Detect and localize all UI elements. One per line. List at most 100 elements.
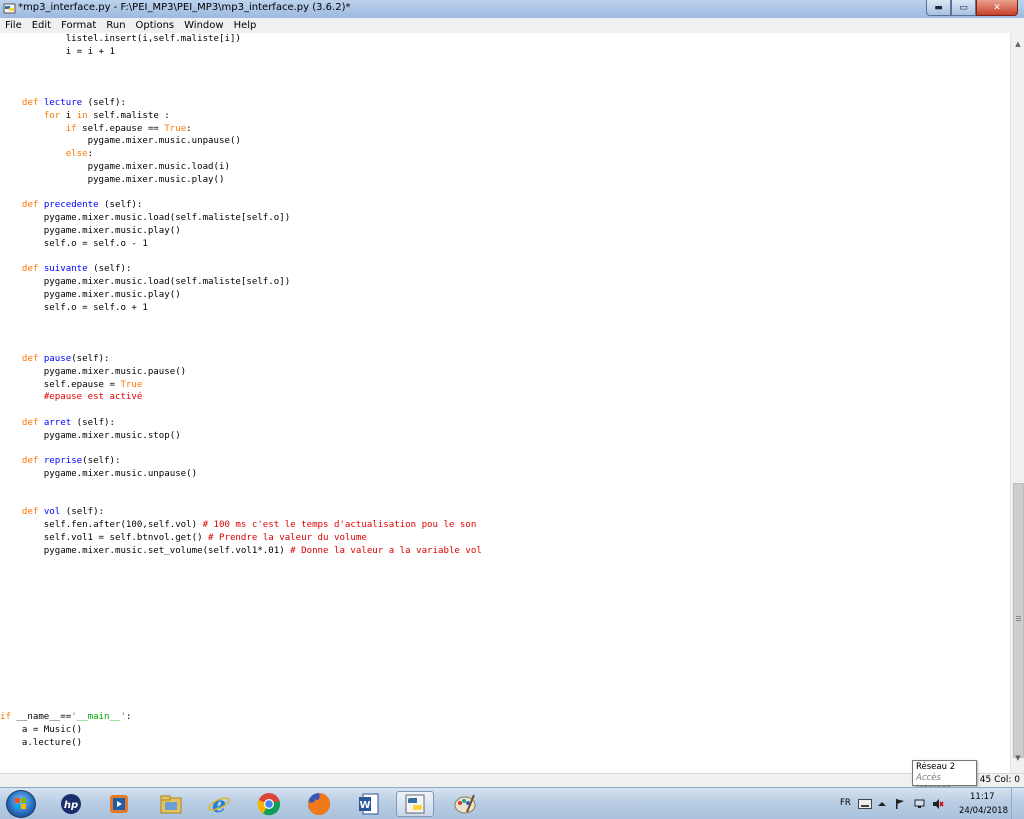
code-line[interactable]: #epause est activé [0,391,482,404]
code-line[interactable]: ​ [0,634,482,647]
code-line[interactable]: pygame.mixer.music.pause() [0,366,482,379]
code-line[interactable]: ​ [0,59,482,72]
code-line[interactable]: self.vol1 = self.btnvol.get() # Prendre … [0,532,482,545]
code-line[interactable]: ​ [0,558,482,571]
code-line[interactable]: ​ [0,481,482,494]
python-idle-icon[interactable] [396,791,434,817]
chrome-icon[interactable] [250,791,288,817]
keyboard-icon[interactable] [858,799,872,809]
start-button[interactable] [6,790,36,818]
idle-app-icon[interactable] [3,2,16,15]
code-line[interactable]: def lecture (self): [0,97,482,110]
code-line[interactable]: listel.insert(i,self.maliste[i]) [0,33,482,46]
menu-window[interactable]: Window [179,20,228,31]
word-icon[interactable]: W [350,791,388,817]
code-line[interactable]: pygame.mixer.music.load(self.maliste[sel… [0,276,482,289]
code-line[interactable]: ​ [0,686,482,699]
code-text[interactable]: listel.insert(i,self.maliste[i]) i = i +… [0,33,482,750]
hp-icon[interactable]: hp [52,791,90,817]
code-line[interactable]: def suivante (self): [0,263,482,276]
code-line[interactable]: def pause(self): [0,353,482,366]
code-line[interactable]: def precedente (self): [0,199,482,212]
code-line[interactable]: i = i + 1 [0,46,482,59]
tray-expand-chevron-icon[interactable] [878,800,886,808]
code-line[interactable]: pygame.mixer.music.unpause() [0,135,482,148]
code-line[interactable]: ​ [0,647,482,660]
code-line[interactable]: ​ [0,570,482,583]
code-line[interactable]: def reprise(self): [0,455,482,468]
language-indicator[interactable]: FR [840,798,851,808]
volume-muted-icon[interactable] [932,798,944,810]
vertical-scrollbar[interactable]: ▲ ▼ [1010,33,1024,773]
paint-icon[interactable] [446,791,484,817]
menu-file[interactable]: File [0,20,27,31]
code-line[interactable]: ​ [0,251,482,264]
media-player-icon[interactable] [100,791,138,817]
code-line[interactable]: self.o = self.o + 1 [0,302,482,315]
close-button[interactable]: ✕ [976,0,1018,16]
code-line[interactable]: def vol (self): [0,506,482,519]
code-line[interactable]: pygame.mixer.music.load(self.maliste[sel… [0,212,482,225]
code-line[interactable]: def arret (self): [0,417,482,430]
menu-options[interactable]: Options [131,20,180,31]
menu-run[interactable]: Run [101,20,130,31]
clock-date[interactable]: 24/04/2018 [959,806,1008,816]
code-line[interactable]: ​ [0,596,482,609]
code-line[interactable]: pygame.mixer.music.play() [0,289,482,302]
scroll-up-arrow-icon[interactable]: ▲ [1011,37,1024,51]
code-line[interactable]: ​ [0,340,482,353]
code-line[interactable]: pygame.mixer.music.unpause() [0,468,482,481]
code-line[interactable]: ​ [0,404,482,417]
code-line[interactable]: ​ [0,187,482,200]
code-line[interactable]: ​ [0,609,482,622]
code-line[interactable]: pygame.mixer.music.play() [0,174,482,187]
code-line[interactable]: ​ [0,327,482,340]
function-name-token: lecture [43,97,83,108]
code-line[interactable]: ​ [0,84,482,97]
code-line[interactable]: else: [0,148,482,161]
menu-format[interactable]: Format [56,20,101,31]
menu-edit[interactable]: Edit [27,20,56,31]
code-text-token: (self): [82,456,121,467]
code-text-token: pygame.mixer.music.play() [0,174,225,185]
code-line[interactable]: pygame.mixer.music.stop() [0,430,482,443]
code-editor[interactable]: listel.insert(i,self.maliste[i]) i = i +… [0,33,1010,773]
code-line[interactable]: ​ [0,583,482,596]
keyword-token: def [21,417,39,428]
code-line[interactable]: for i in self.maliste : [0,110,482,123]
file-explorer-icon[interactable] [152,791,190,817]
code-line[interactable]: ​ [0,673,482,686]
code-line[interactable]: ​ [0,698,482,711]
code-line[interactable]: ​ [0,71,482,84]
show-desktop-button[interactable] [1011,788,1024,819]
code-text-token: pygame.mixer.music.play() [0,289,181,300]
code-line[interactable]: ​ [0,315,482,328]
maximize-button[interactable]: ▭ [951,0,976,16]
keyword-token: def [21,97,39,108]
action-center-flag-icon[interactable] [894,798,906,810]
code-line[interactable]: a = Music() [0,724,482,737]
network-icon[interactable] [914,798,926,810]
menu-help[interactable]: Help [229,20,262,31]
code-line[interactable]: if self.epause == True: [0,123,482,136]
code-line[interactable]: self.fen.after(100,self.vol) # 100 ms c'… [0,519,482,532]
code-line[interactable]: if __name__=='__main__': [0,711,482,724]
code-line[interactable]: a.lecture() [0,737,482,750]
clock-time[interactable]: 11:17 [970,792,995,802]
code-line[interactable]: self.o = self.o - 1 [0,238,482,251]
code-line[interactable]: pygame.mixer.music.set_volume(self.vol1*… [0,545,482,558]
firefox-icon[interactable] [300,791,338,817]
scroll-down-arrow-icon[interactable]: ▼ [1011,751,1024,765]
minimize-button[interactable]: ▬ [926,0,951,16]
code-line[interactable]: ​ [0,660,482,673]
scrollbar-thumb[interactable] [1013,483,1024,758]
code-line[interactable]: self.epause = True [0,379,482,392]
code-text-token: pygame.mixer.music.load(i) [0,161,230,172]
code-line[interactable]: pygame.mixer.music.play() [0,225,482,238]
code-line[interactable]: ​ [0,443,482,456]
code-line[interactable]: ​ [0,494,482,507]
internet-explorer-icon[interactable]: e [200,791,238,817]
code-line[interactable]: ​ [0,622,482,635]
code-line[interactable]: pygame.mixer.music.load(i) [0,161,482,174]
